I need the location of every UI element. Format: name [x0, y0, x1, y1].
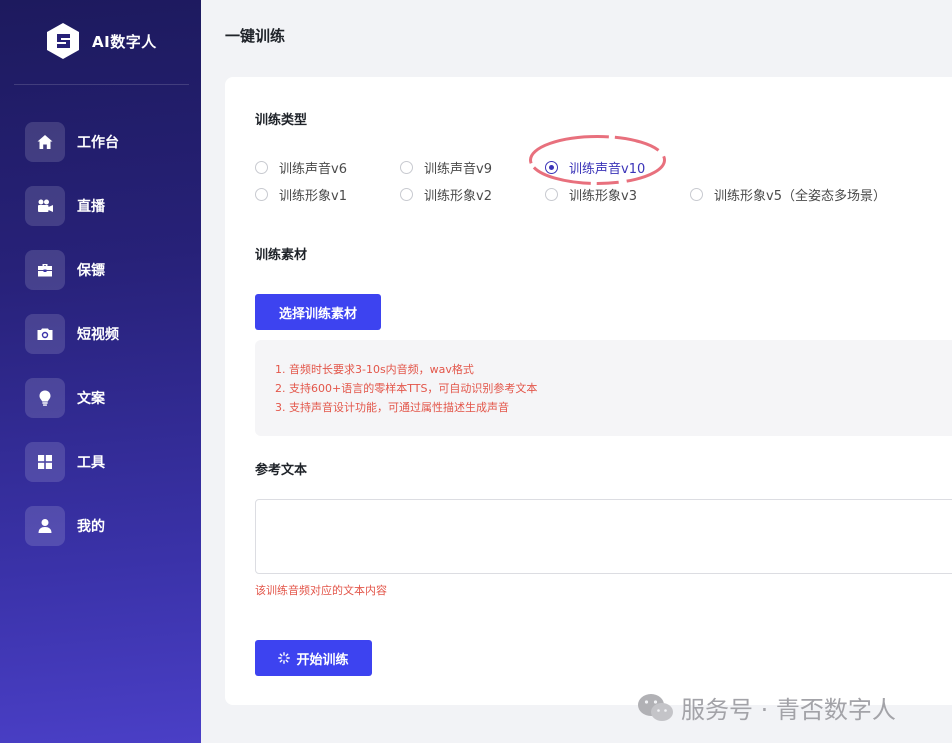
material-label: 训练素材 — [255, 248, 308, 263]
sidebar-item-bodyguard[interactable]: 保镖 — [25, 250, 119, 290]
camera-icon — [25, 314, 65, 354]
radio-circle — [690, 188, 703, 201]
sidebar-item-copywriting[interactable]: 文案 — [25, 378, 119, 418]
sidebar-item-tools[interactable]: 工具 — [25, 442, 119, 482]
sidebar-nav: 工作台 直播 保镖 短视频 文案 工具 我的 — [25, 122, 119, 570]
reference-text-input[interactable] — [255, 499, 952, 574]
radio-circle — [545, 188, 558, 201]
start-training-button[interactable]: 开始训练 — [255, 640, 372, 676]
tip-line: 3. 支持声音设计功能，可通过属性描述生成声音 — [275, 401, 509, 414]
radio-circle — [255, 161, 268, 174]
sidebar-item-workbench[interactable]: 工作台 — [25, 122, 119, 162]
reference-text-hint: 该训练音频对应的文本内容 — [255, 584, 387, 597]
radio-circle — [255, 188, 268, 201]
sidebar-item-label: 工具 — [77, 455, 105, 471]
grid-icon — [25, 442, 65, 482]
radio-label: 训练形象v1 — [279, 189, 347, 204]
tip-line: 1. 音频时长要求3-10s内音频，wav格式 — [275, 363, 474, 376]
radio-voice-v6[interactable]: 训练声音v6 — [255, 158, 347, 177]
radio-label: 训练声音v9 — [424, 162, 492, 177]
training-type-label: 训练类型 — [255, 113, 308, 128]
select-material-button[interactable]: 选择训练素材 — [255, 294, 381, 330]
sidebar-item-mine[interactable]: 我的 — [25, 506, 119, 546]
sidebar-item-label: 保镖 — [77, 263, 105, 279]
home-icon — [25, 122, 65, 162]
sidebar-item-live[interactable]: 直播 — [25, 186, 119, 226]
radio-avatar-v3[interactable]: 训练形象v3 — [545, 185, 637, 204]
start-training-label: 开始训练 — [296, 651, 349, 667]
user-icon — [25, 506, 65, 546]
watermark: 服务号 · 青否数字人 — [637, 690, 896, 725]
app-logo-icon — [47, 23, 79, 59]
sidebar-divider — [14, 84, 189, 85]
wechat-icon — [638, 693, 673, 721]
sidebar-item-label: 文案 — [77, 391, 105, 407]
briefcase-icon — [25, 250, 65, 290]
page-title: 一键训练 — [225, 27, 286, 45]
brand[interactable]: AI数字人 — [46, 22, 157, 60]
reference-text-label: 参考文本 — [255, 463, 308, 478]
radio-circle — [400, 161, 413, 174]
annotation-ellipse — [529, 135, 666, 185]
sidebar-item-label: 工作台 — [77, 135, 119, 151]
radio-circle — [400, 188, 413, 201]
radio-voice-v9[interactable]: 训练声音v9 — [400, 158, 492, 177]
sidebar-item-label: 短视频 — [77, 327, 119, 343]
radio-avatar-v5[interactable]: 训练形象v5（全姿态多场景） — [690, 185, 886, 204]
lightbulb-icon — [25, 378, 65, 418]
radio-avatar-v1[interactable]: 训练形象v1 — [255, 185, 347, 204]
video-camera-icon — [25, 186, 65, 226]
radio-label: 训练形象v3 — [569, 189, 637, 204]
radio-avatar-v2[interactable]: 训练形象v2 — [400, 185, 492, 204]
radio-label: 训练形象v2 — [424, 189, 492, 204]
radio-label: 训练声音v6 — [279, 162, 347, 177]
radio-label: 训练形象v5（全姿态多场景） — [714, 189, 886, 204]
loading-spinner-icon — [278, 652, 291, 664]
app-name: AI数字人 — [92, 32, 157, 51]
material-tips: 1. 音频时长要求3-10s内音频，wav格式 2. 支持600+语言的零样本T… — [255, 340, 952, 436]
watermark-text: 服务号 · 青否数字人 — [681, 696, 896, 724]
sidebar-item-label: 直播 — [77, 199, 105, 215]
sidebar: AI数字人 工作台 直播 保镖 短视频 文案 工具 我的 — [0, 0, 201, 743]
sidebar-item-short-video[interactable]: 短视频 — [25, 314, 119, 354]
sidebar-item-label: 我的 — [77, 519, 105, 535]
tip-line: 2. 支持600+语言的零样本TTS，可自动识别参考文本 — [275, 382, 538, 395]
